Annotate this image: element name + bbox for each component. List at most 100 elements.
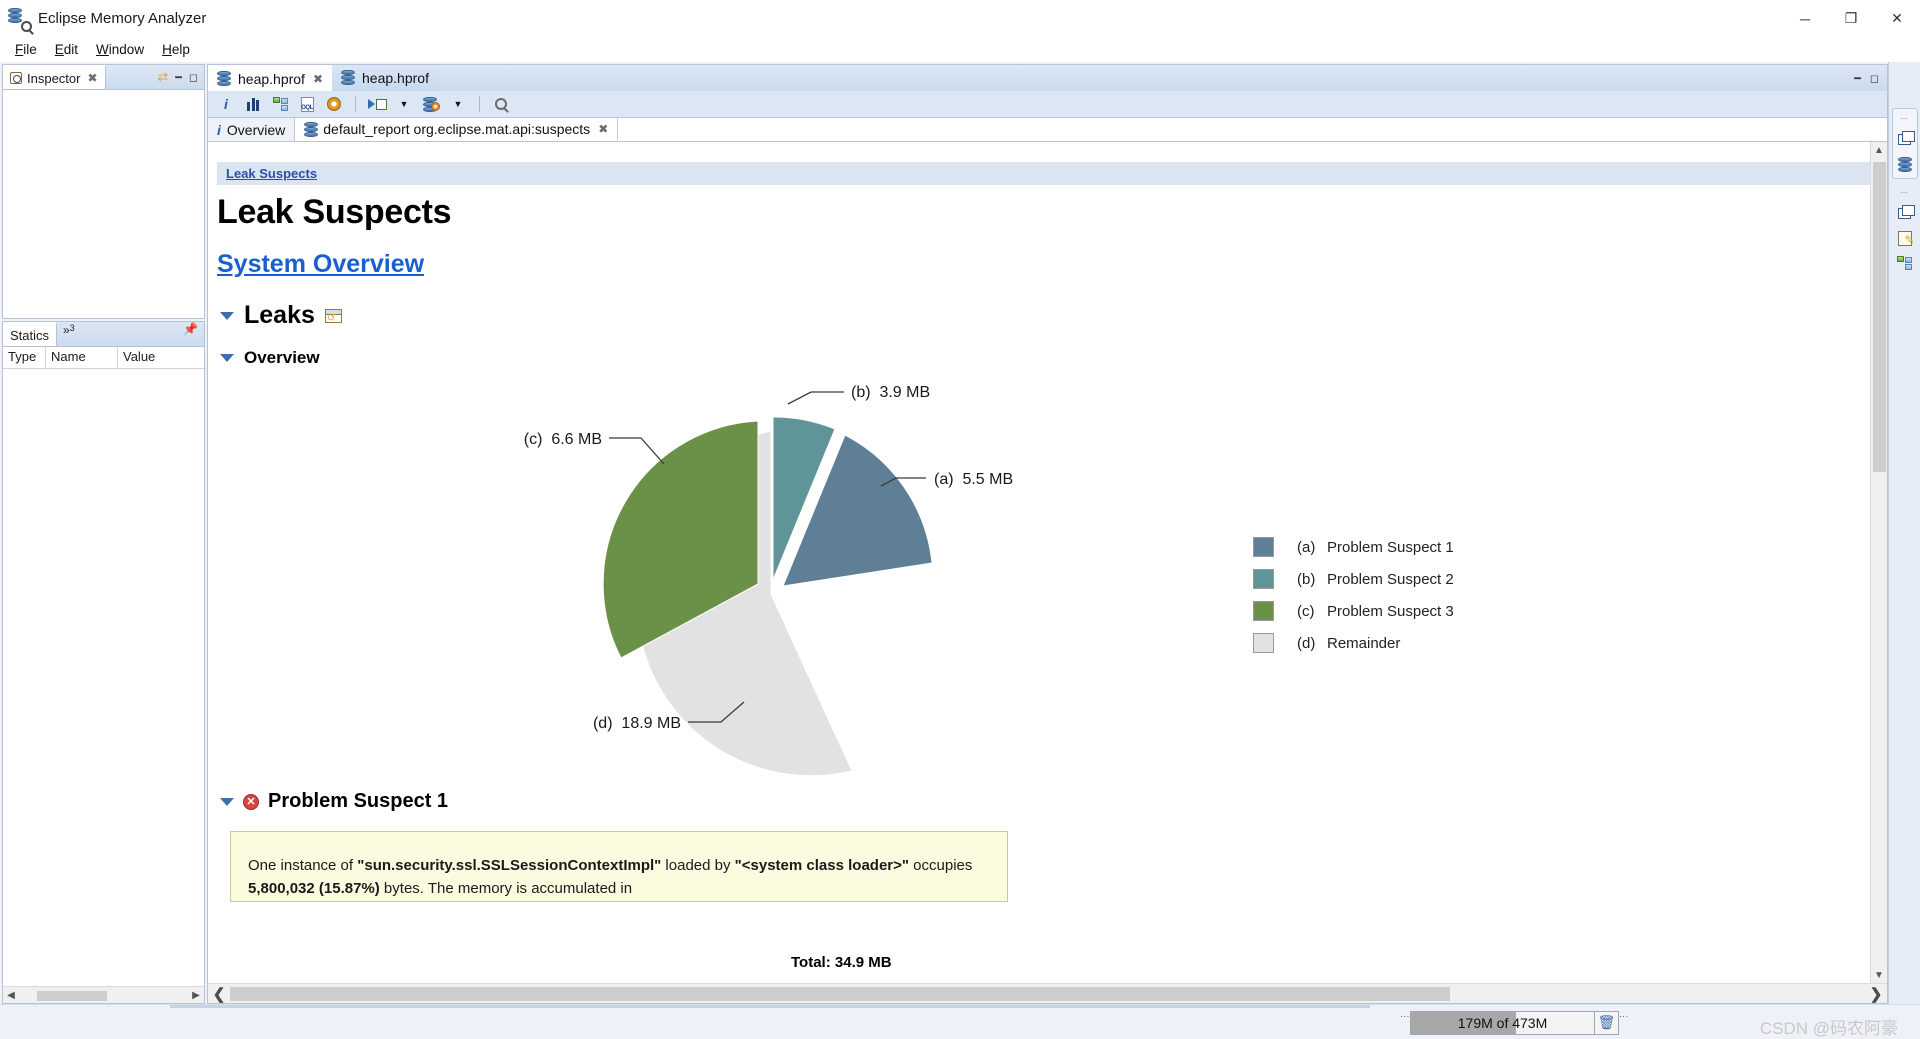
- menu-edit[interactable]: Edit: [46, 40, 87, 59]
- scroll-up-icon[interactable]: ▲: [1874, 142, 1884, 158]
- tab-default-report-suspects[interactable]: default_report org.eclipse.mat.api:suspe…: [295, 118, 619, 141]
- menu-file[interactable]: File: [6, 40, 46, 59]
- statics-hscrollbar[interactable]: ◀ ▶: [3, 986, 204, 1003]
- query-dropdown-caret-icon[interactable]: ▼: [449, 95, 467, 113]
- dominator-tree-icon[interactable]: [271, 95, 289, 113]
- callout-line-b: [787, 391, 844, 405]
- chevron-down-icon[interactable]: [220, 797, 234, 806]
- menu-help[interactable]: Help: [153, 40, 199, 59]
- status-bar: ⋮ 179M of 473M 🗑 ⋮ CSDN @码农阿豪: [0, 1004, 1920, 1039]
- page-title: Leak Suspects: [217, 193, 452, 231]
- minimize-icon[interactable]: ━: [1854, 72, 1861, 85]
- scroll-track[interactable]: [1872, 158, 1887, 967]
- minimize-icon[interactable]: ━: [175, 71, 182, 84]
- sync-icon[interactable]: ⇄: [157, 69, 168, 85]
- legend-item: (a) Problem Suspect 1: [1253, 531, 1454, 563]
- workbench: Inspector ✖ ⇄ ━ ◻ Statics » 3 📌 Type Nam…: [0, 62, 1920, 1004]
- maximize-icon[interactable]: ◻: [189, 71, 198, 84]
- editor-tab-tools: ━ ◻: [1854, 65, 1887, 91]
- more-tabs-chevron[interactable]: » 3: [57, 322, 81, 346]
- desc-class: "sun.security.ssl.SSLSessionContextImpl": [357, 857, 662, 874]
- minimize-button[interactable]: ─: [1782, 0, 1828, 37]
- scroll-right-icon[interactable]: ▶: [188, 990, 204, 1001]
- trash-icon[interactable]: 🗑: [1595, 1010, 1619, 1035]
- toolbar-separator: [355, 96, 356, 112]
- legend-item: (b) Problem Suspect 2: [1253, 563, 1454, 595]
- editor-tab-heap-2[interactable]: heap.hprof: [332, 65, 438, 91]
- suspect-description-text: One instance of "sun.security.ssl.SSLSes…: [248, 854, 990, 901]
- restore-icon[interactable]: [1896, 130, 1915, 148]
- pin-icon[interactable]: 📌: [183, 322, 204, 346]
- legend-label-a: Problem Suspect 1: [1327, 538, 1454, 556]
- system-overview-link[interactable]: System Overview: [217, 250, 1870, 279]
- chevron-down-icon[interactable]: [220, 354, 234, 362]
- fast-view-bar: ⋯ ⋯: [1888, 62, 1920, 1004]
- tab-inspector[interactable]: Inspector ✖: [3, 65, 106, 89]
- scroll-left-icon[interactable]: ❮: [208, 985, 230, 1003]
- pie-chart-total: Total: 34.9 MB: [791, 954, 892, 971]
- section-leaks-header[interactable]: Leaks: [220, 301, 1870, 330]
- tab-statics[interactable]: Statics: [3, 322, 58, 346]
- maximize-button[interactable]: ❐: [1828, 0, 1874, 37]
- report-scroll-region: Leak Suspects Leak Suspects System Overv…: [208, 142, 1887, 983]
- scroll-thumb[interactable]: [230, 986, 1450, 1001]
- heap-dump-icon[interactable]: [1896, 155, 1914, 173]
- column-header-name[interactable]: Name: [46, 347, 118, 368]
- scroll-track[interactable]: [19, 988, 188, 1002]
- legend-swatch-d: [1253, 633, 1274, 653]
- window-controls: ─ ❐ ✕: [1782, 0, 1920, 37]
- statics-table-body: [3, 369, 204, 986]
- drag-handle-dots[interactable]: ⋯: [1900, 114, 1909, 123]
- heap-usage-text: 179M of 473M: [1457, 1014, 1548, 1031]
- close-icon[interactable]: ✖: [313, 72, 323, 86]
- scroll-right-icon[interactable]: ❯: [1865, 985, 1887, 1003]
- maximize-icon[interactable]: ◻: [1870, 72, 1879, 85]
- close-icon[interactable]: ✖: [598, 122, 608, 136]
- status-divider: [170, 1005, 1370, 1008]
- report-hscrollbar[interactable]: ❮ ❯: [208, 983, 1887, 1003]
- open-in-window-icon[interactable]: [324, 308, 342, 324]
- chevron-down-icon[interactable]: [220, 311, 234, 320]
- menu-bar: File Edit Window Help: [0, 37, 1920, 62]
- dominator-tree-icon[interactable]: [1896, 254, 1914, 272]
- heap-drag-handle[interactable]: ⋮: [1400, 1012, 1410, 1034]
- breadcrumb-link-leak-suspects[interactable]: Leak Suspects: [226, 166, 317, 181]
- inspector-view: Inspector ✖ ⇄ ━ ◻: [2, 64, 205, 319]
- drag-handle-dots[interactable]: ⋯: [1900, 188, 1909, 197]
- close-button[interactable]: ✕: [1874, 0, 1920, 37]
- column-header-type[interactable]: Type: [3, 347, 46, 368]
- more-tabs-count: 3: [69, 323, 75, 333]
- report-page-tabs: i Overview default_report org.eclipse.ma…: [208, 118, 1887, 142]
- heap-drag-handle[interactable]: ⋮: [1619, 1012, 1629, 1034]
- desc-pre: One instance of: [248, 857, 358, 874]
- run-expert-system-icon[interactable]: [367, 95, 387, 113]
- section-overview-header[interactable]: Overview: [220, 348, 1870, 368]
- statics-view: Statics » 3 📌 Type Name Value ◀ ▶: [2, 321, 205, 1004]
- close-icon[interactable]: ✖: [87, 71, 97, 85]
- tab-overview[interactable]: i Overview: [208, 118, 296, 141]
- legend-key-d: (d): [1297, 634, 1316, 652]
- report-vscrollbar[interactable]: ▲ ▼: [1870, 142, 1887, 983]
- menu-window[interactable]: Window: [87, 40, 153, 59]
- error-icon: ✕: [243, 793, 259, 810]
- histogram-icon[interactable]: [244, 95, 262, 113]
- scroll-thumb[interactable]: [1872, 162, 1886, 472]
- run-dropdown-caret-icon[interactable]: ▼: [395, 95, 413, 113]
- restore-icon[interactable]: [1896, 204, 1915, 222]
- scroll-left-icon[interactable]: ◀: [3, 990, 19, 1001]
- editor-tab-heap-1[interactable]: heap.hprof ✖: [208, 65, 333, 91]
- overview-info-icon[interactable]: i: [217, 95, 235, 113]
- search-icon[interactable]: [492, 95, 510, 113]
- scroll-down-icon[interactable]: ▼: [1874, 967, 1884, 983]
- query-browser-icon[interactable]: [422, 95, 440, 113]
- oql-icon[interactable]: OQL: [298, 95, 316, 113]
- column-header-value[interactable]: Value: [118, 347, 204, 368]
- title-bar: Eclipse Memory Analyzer ─ ❐ ✕: [0, 0, 1920, 37]
- editor-tab-row: heap.hprof ✖ heap.hprof ━ ◻: [208, 65, 1887, 91]
- scroll-thumb[interactable]: [37, 990, 107, 1001]
- edit-icon[interactable]: [1896, 229, 1915, 247]
- scroll-track[interactable]: [230, 986, 1865, 1001]
- desc-bytes: 5,800,032 (15.87%): [248, 880, 380, 898]
- heap-usage-bar[interactable]: 179M of 473M: [1410, 1010, 1595, 1035]
- settings-gear-icon[interactable]: [325, 95, 343, 113]
